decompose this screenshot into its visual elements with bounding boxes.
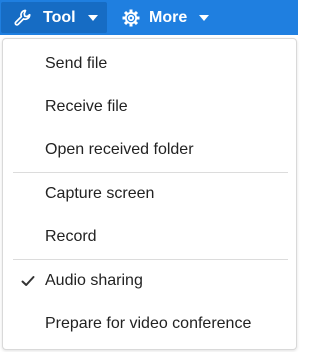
- menu-item-label: Capture screen: [45, 185, 155, 202]
- menu-item-label: Send file: [45, 55, 108, 72]
- menu-item-label: Audio sharing: [45, 272, 143, 289]
- tool-label: Tool: [43, 8, 76, 26]
- more-label: More: [149, 8, 188, 26]
- more-menu-button[interactable]: More: [115, 2, 225, 33]
- gear-icon: [122, 9, 140, 26]
- menu-item-open-received-folder[interactable]: Open received folder: [3, 130, 296, 170]
- menu-item-label: Open received folder: [45, 141, 194, 158]
- chevron-down-icon: [87, 14, 98, 21]
- menu-item-label: Receive file: [45, 98, 128, 115]
- menu-item-prepare-video-conference[interactable]: Prepare for video conference: [3, 304, 296, 344]
- menu-item-label: Prepare for video conference: [45, 315, 252, 332]
- menu-item-receive-file[interactable]: Receive file: [3, 87, 296, 127]
- menu-divider: [13, 259, 288, 260]
- wrench-icon: [14, 9, 31, 26]
- menu-item-capture-screen[interactable]: Capture screen: [3, 174, 296, 214]
- tool-dropdown-menu: Send file Receive file Open received fol…: [2, 38, 297, 350]
- menu-item-send-file[interactable]: Send file: [3, 44, 296, 84]
- chevron-down-icon: [199, 14, 210, 21]
- menu-item-label: Record: [45, 228, 97, 245]
- menu-item-record[interactable]: Record: [3, 217, 296, 257]
- toolbar: Tool More: [0, 0, 298, 35]
- tool-menu-button[interactable]: Tool: [1, 2, 107, 33]
- menu-item-audio-sharing[interactable]: Audio sharing: [3, 261, 296, 301]
- checkmark-icon: [21, 276, 35, 286]
- menu-divider: [13, 172, 288, 173]
